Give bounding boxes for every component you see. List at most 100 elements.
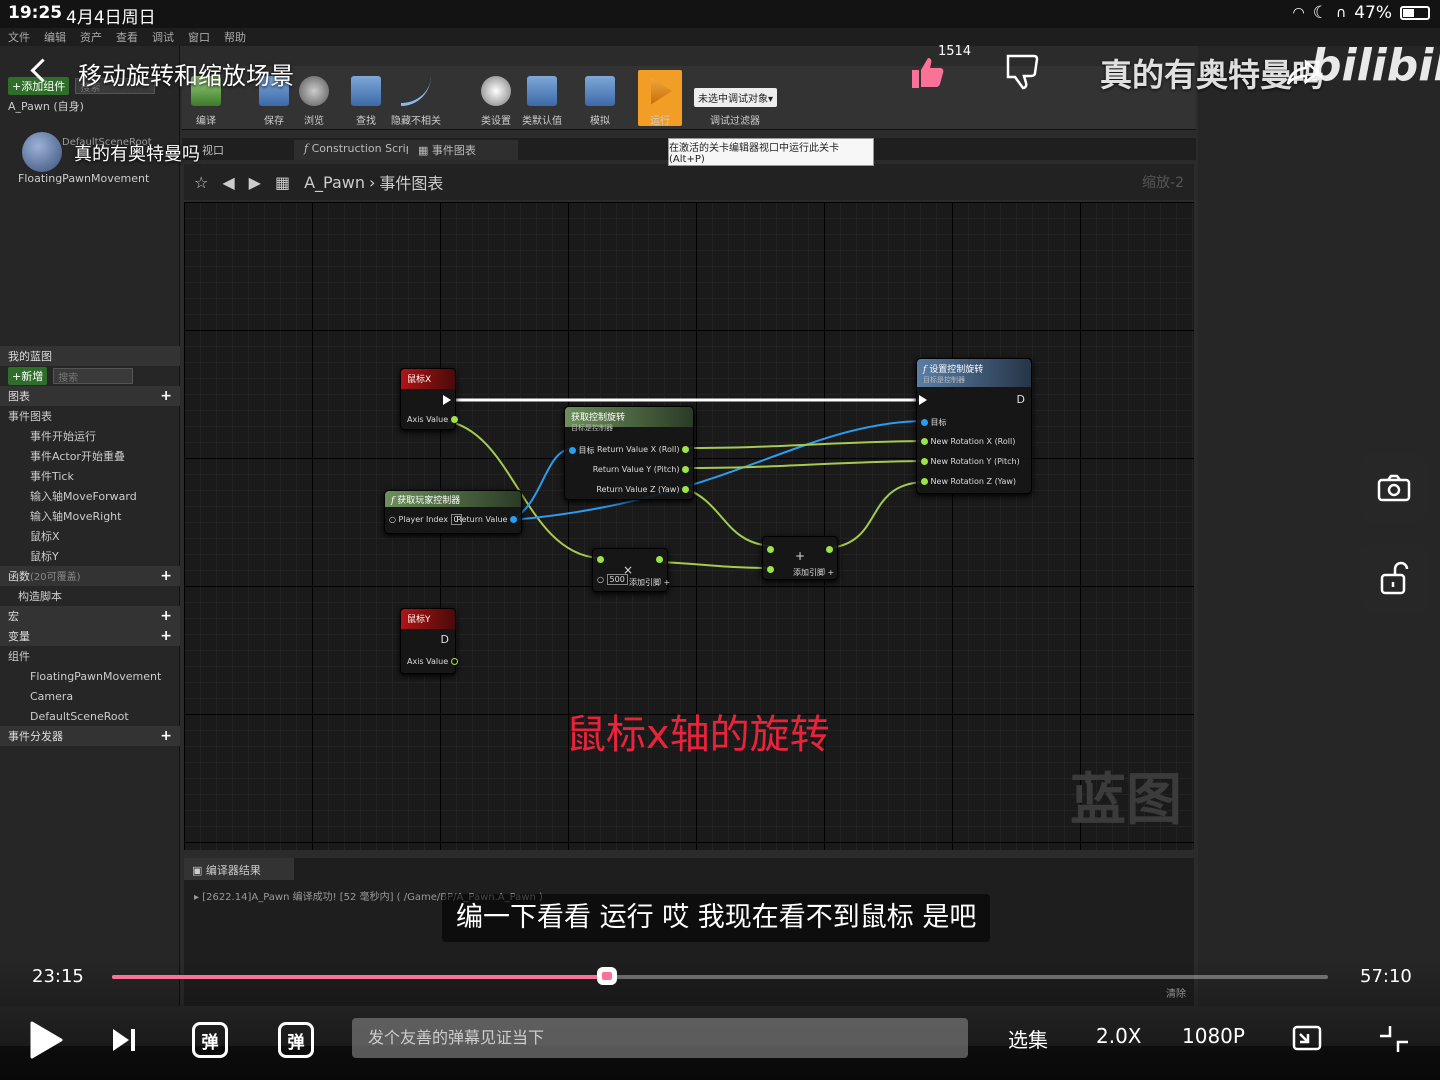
bp-add-button: +新增 bbox=[8, 367, 48, 385]
curve-icon bbox=[401, 76, 431, 106]
back-button[interactable] bbox=[26, 56, 56, 86]
compiler-icon: ▣ bbox=[192, 864, 206, 877]
blueprint-graph: 鼠标X Axis Value 鼠标Y D Axis Value 获取控制旋转 目标… bbox=[184, 202, 1194, 850]
axis-value-pin: Axis Value bbox=[407, 657, 458, 666]
like-count: 1514 bbox=[938, 44, 972, 59]
tab-event-graph: ▦ 事件图表 bbox=[408, 140, 518, 160]
roll-out-label: Return Value X (Roll) bbox=[597, 445, 680, 454]
episodes-button[interactable]: 选集 bbox=[1008, 1024, 1048, 1053]
multiply-in-b: ○ 500 bbox=[597, 574, 628, 585]
simulate-label: 模拟 bbox=[590, 116, 610, 127]
ipad-status-bar: 19:25 4月4日周日 ◠ ☾ ∩ 47% bbox=[0, 0, 1440, 28]
video-subtitle: 编一下看看 运行 哎 我现在看不到鼠标 是吧 bbox=[442, 894, 991, 942]
blueprint-watermark: 蓝图 bbox=[1070, 767, 1182, 833]
node-mouse-y-title: 鼠标Y bbox=[401, 609, 455, 629]
node-get-rotation-subtitle: 目标是控制器 bbox=[571, 424, 613, 432]
uploader-name[interactable]: 真的有奥特曼吗 bbox=[74, 140, 200, 166]
dislike-button[interactable] bbox=[1000, 50, 1044, 94]
plus-icon: + bbox=[160, 388, 172, 404]
my-blueprint-toolbar: +新增 搜索 bbox=[0, 366, 180, 386]
exec-in-pin bbox=[919, 395, 927, 405]
event-item: 事件开始运行 bbox=[30, 430, 96, 443]
node-set-rotation-header: f 设置控制旋转 目标是控制器 bbox=[917, 359, 1031, 387]
node-get-controller-title: f 获取玩家控制器 bbox=[385, 491, 521, 507]
share-icon bbox=[1286, 59, 1320, 85]
hide-unrelated-button: 隐藏不相关 bbox=[388, 70, 444, 127]
graphs-label: 图表 bbox=[8, 390, 30, 403]
event-item: 鼠标X bbox=[30, 530, 60, 543]
node-mouse-y: 鼠标Y D Axis Value bbox=[400, 608, 458, 674]
target-pin: 目标 bbox=[921, 417, 947, 428]
progress-fill bbox=[112, 975, 607, 979]
roll-wire bbox=[683, 440, 925, 449]
forward-arrow-icon: ▶ bbox=[248, 172, 261, 192]
add-in-a bbox=[767, 545, 774, 554]
add-to-yaw-wire bbox=[829, 481, 925, 549]
functions-section: 函数(20可覆盖) + bbox=[0, 566, 180, 586]
status-right: ◠ ☾ ∩ 47% bbox=[1292, 3, 1430, 23]
object-pin-icon bbox=[569, 447, 576, 454]
pip-button[interactable] bbox=[1292, 1024, 1324, 1054]
progress-bar[interactable] bbox=[112, 967, 1328, 985]
duration: 57:10 bbox=[1360, 966, 1412, 987]
add-in-b bbox=[767, 565, 774, 574]
exec-out-pin: D bbox=[440, 633, 449, 646]
browse-button: 浏览 bbox=[292, 70, 336, 127]
danmaku-toggle-button[interactable]: 弹 bbox=[192, 1022, 228, 1058]
menu-edit: 编辑 bbox=[44, 31, 66, 44]
target-label: 目标 bbox=[578, 446, 595, 455]
camera-icon bbox=[1377, 474, 1411, 502]
exec-pin-icon bbox=[919, 395, 927, 405]
node-get-controller-label: 获取玩家控制器 bbox=[397, 496, 461, 506]
axis-value-pin: Axis Value bbox=[407, 415, 458, 424]
construction-script-item: 构造脚本 bbox=[18, 590, 62, 603]
compiler-tab: ▣ 编译器结果 bbox=[184, 858, 294, 880]
uploader-avatar[interactable] bbox=[22, 132, 62, 172]
danmaku-settings-button[interactable]: 弹 bbox=[278, 1022, 314, 1058]
battery-percent: 47% bbox=[1354, 3, 1392, 23]
class-settings-button: 类设置 bbox=[474, 70, 518, 127]
node-add: + 添加引脚 + bbox=[762, 536, 838, 580]
yaw-out-pin: Return Value Z (Yaw) bbox=[596, 485, 689, 494]
danmaku-settings-label: 弹 bbox=[287, 1032, 305, 1053]
event-item: 事件Tick bbox=[30, 470, 74, 483]
status-date: 4月4日周日 bbox=[66, 8, 156, 28]
danmaku-input[interactable]: 发个友善的弹幕见证当下 bbox=[352, 1018, 968, 1058]
zoom-level: 缩放-2 bbox=[1142, 175, 1184, 191]
float-pin-icon bbox=[656, 556, 663, 563]
find-label: 查找 bbox=[356, 116, 376, 127]
lock-button[interactable] bbox=[1360, 544, 1428, 612]
play-button[interactable] bbox=[28, 1020, 64, 1060]
event-item: 事件Actor开始重叠 bbox=[30, 450, 125, 463]
pitch-in-label: New Rotation Y (Pitch) bbox=[930, 457, 1020, 466]
float-pin-icon bbox=[826, 546, 833, 553]
plus-icon: + bbox=[160, 628, 172, 644]
function-icon: f bbox=[304, 142, 312, 155]
share-button[interactable] bbox=[1286, 58, 1320, 88]
grid-icon: ▦ bbox=[418, 144, 432, 157]
menu-window: 窗口 bbox=[188, 31, 210, 44]
menu-file: 文件 bbox=[8, 31, 30, 44]
exit-fullscreen-button[interactable] bbox=[1378, 1024, 1410, 1054]
browse-label: 浏览 bbox=[304, 116, 324, 127]
event-item: 输入轴MoveRight bbox=[30, 510, 122, 523]
compile-label: 编译 bbox=[196, 116, 216, 127]
axis-value-label: Axis Value bbox=[407, 415, 449, 424]
exec-out-pin: D bbox=[1016, 393, 1025, 406]
next-button[interactable] bbox=[110, 1026, 138, 1054]
debug-filter-label: 调试过滤器 bbox=[710, 116, 760, 127]
pitch-out-pin: Return Value Y (Pitch) bbox=[593, 465, 689, 474]
roll-in-pin: New Rotation X (Roll) bbox=[921, 437, 1015, 446]
float-pin-icon bbox=[921, 458, 928, 465]
node-get-rotation-title: 获取控制旋转 bbox=[571, 413, 626, 423]
speed-button[interactable]: 2.0X bbox=[1096, 1024, 1142, 1048]
quality-button[interactable]: 1080P bbox=[1182, 1024, 1245, 1048]
save-label: 保存 bbox=[264, 116, 284, 127]
progress-knob[interactable] bbox=[596, 967, 617, 985]
screenshot-button[interactable] bbox=[1360, 454, 1428, 522]
magnifier-icon bbox=[299, 76, 329, 106]
thumbs-down-icon bbox=[1006, 54, 1039, 90]
float-pin-icon bbox=[767, 546, 774, 553]
node-set-rotation-subtitle: 目标是控制器 bbox=[923, 376, 965, 384]
multiply-in-a bbox=[597, 555, 604, 564]
